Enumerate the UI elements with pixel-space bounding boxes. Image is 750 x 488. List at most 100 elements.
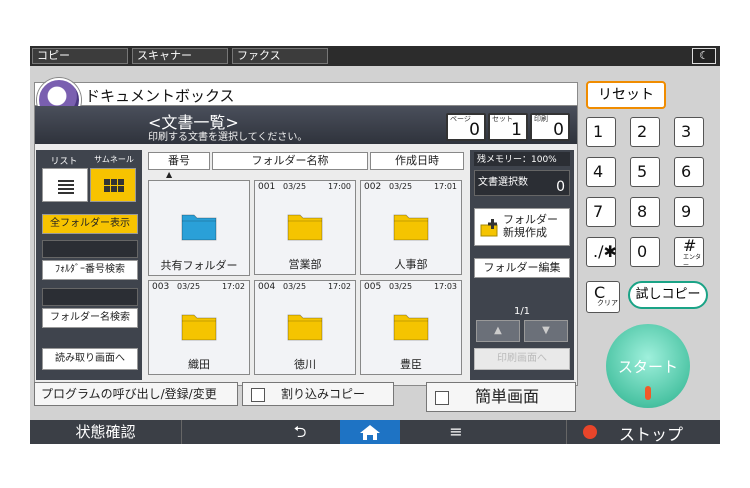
folder-number: 003	[152, 282, 170, 292]
remaining-memory: 残メモリー：100%	[474, 152, 570, 166]
key-1[interactable]: 1	[586, 117, 616, 147]
key-8[interactable]: 8	[630, 197, 660, 227]
folder-date: 03/25	[177, 282, 201, 291]
folder-tile[interactable]: 共有フォルダー	[148, 180, 250, 276]
folder-tile[interactable]: 001 03/25 17:00 営業部	[254, 180, 356, 275]
folder-tile[interactable]: 004 03/25 17:02 徳川	[254, 280, 356, 375]
folder-number-field[interactable]	[42, 240, 138, 258]
thumbnail-view-button[interactable]	[90, 168, 136, 202]
folder-number: 004	[258, 282, 276, 292]
folder-tile[interactable]: 002 03/25 17:01 人事部	[360, 180, 462, 275]
key-2[interactable]: 2	[630, 117, 660, 147]
tab-scanner[interactable]: スキャナー	[132, 48, 228, 64]
interrupt-checkbox-icon	[251, 388, 265, 402]
key-3[interactable]: 3	[674, 117, 704, 147]
reset-button[interactable]: リセット	[586, 81, 666, 109]
folder-date: 03/25	[389, 282, 413, 291]
key-10[interactable]: .∕✱	[586, 237, 617, 267]
list-view-button[interactable]	[42, 168, 88, 202]
view-list-label: リスト	[50, 157, 78, 167]
start-indicator-icon	[645, 386, 651, 400]
folder-number-search-button[interactable]: ﾌｫﾙﾀﾞｰ番号検索	[42, 260, 138, 280]
show-all-folders-button[interactable]: 全フォルダー表示	[42, 214, 138, 234]
simple-screen-label: 簡単画面	[475, 387, 540, 406]
menu-icon[interactable]: ≡	[426, 420, 486, 444]
column-header-created[interactable]: 作成日時	[370, 152, 464, 170]
selected-docs-value: 0	[556, 179, 565, 195]
page-counter-value: 0	[469, 120, 480, 140]
folder-name-search-button[interactable]: フォルダー名検索	[42, 308, 138, 328]
edit-folder-button[interactable]: フォルダー編集	[474, 258, 570, 278]
key-11[interactable]: 0	[630, 237, 660, 267]
key-label: 3	[681, 122, 692, 141]
tab-copy[interactable]: コピー	[32, 48, 128, 64]
list-view-icon	[58, 180, 74, 194]
folder-name: 営業部	[288, 258, 322, 271]
key-label: 6	[681, 162, 692, 181]
simple-screen-checkbox-icon	[435, 391, 449, 405]
key-label: 1	[593, 122, 604, 141]
folder-date: 03/25	[389, 182, 413, 191]
view-thumbnail-label: サムネール	[94, 155, 134, 164]
home-button[interactable]	[340, 420, 400, 444]
home-icon	[360, 425, 380, 440]
key-7[interactable]: 7	[586, 197, 616, 227]
set-counter: セット 1	[488, 113, 528, 141]
folder-date: 03/25	[283, 182, 307, 191]
folder-number: 001	[258, 182, 276, 192]
key-label: 9	[681, 202, 692, 221]
interrupt-copy-button[interactable]: 割り込みコピー	[242, 382, 394, 406]
folder-tile[interactable]: 005 03/25 17:03 豊臣	[360, 280, 462, 375]
print-counter-value: 0	[553, 120, 564, 140]
back-icon[interactable]: ⮌	[270, 420, 330, 444]
to-read-screen-button[interactable]: 読み取り画面へ	[42, 348, 138, 370]
simple-screen-button[interactable]: 簡単画面	[426, 382, 576, 412]
thumbnail-view-icon	[104, 179, 124, 192]
clear-key-sub: クリア	[597, 299, 618, 307]
system-status-bar: 状態確認 ⮌ ≡ ストップ	[30, 420, 720, 444]
status-check-button[interactable]: 状態確認	[30, 420, 182, 444]
folder-icon	[287, 314, 323, 341]
key-6[interactable]: 6	[674, 157, 704, 187]
key-label: .∕✱	[593, 242, 617, 261]
folder-name: 人事部	[394, 258, 428, 271]
list-subtitle: 印刷する文書を選択してください。	[148, 132, 308, 143]
folder-name: 織田	[188, 358, 210, 371]
print-counter: 印刷 0	[530, 113, 570, 141]
folder-name: 豊臣	[400, 358, 422, 371]
key-4[interactable]: 4	[586, 157, 616, 187]
folder-icon	[181, 314, 217, 341]
folder-tile[interactable]: 003 03/25 17:02 織田	[148, 280, 250, 375]
new-folder-button[interactable]: フォルダー 新規作成	[474, 208, 570, 246]
folder-name: 徳川	[294, 358, 316, 371]
column-header-number[interactable]: 番号	[148, 152, 210, 170]
interrupt-copy-label: 割り込みコピー	[281, 387, 366, 401]
page-indicator: 1/1	[513, 306, 531, 317]
start-label: スタート	[617, 358, 678, 376]
new-folder-icon	[480, 219, 498, 237]
folder-name-field[interactable]	[42, 288, 138, 306]
folder-time: 17:02	[221, 282, 245, 291]
page-down-button[interactable]: ▼	[524, 320, 568, 342]
key-5[interactable]: 5	[630, 157, 660, 187]
stop-button[interactable]: ストップ	[566, 420, 720, 444]
folder-icon	[287, 214, 323, 241]
to-print-screen-button[interactable]: 印刷画面へ	[474, 348, 570, 370]
key-label: 5	[637, 162, 648, 181]
page-counter: ページ 0	[446, 113, 486, 141]
moon-icon[interactable]: ☾	[692, 48, 716, 64]
tab-fax[interactable]: ファクス	[232, 48, 328, 64]
key-12[interactable]: # エンター	[674, 236, 704, 269]
sort-ascending-icon: ▲	[166, 170, 173, 179]
enter-key-sub: エンター	[683, 254, 702, 269]
key-label: 4	[593, 162, 604, 181]
page-up-button[interactable]: ▲	[476, 320, 520, 342]
program-button[interactable]: プログラムの呼び出し/登録/変更	[34, 382, 238, 406]
clear-button[interactable]: C クリア	[586, 281, 620, 313]
folder-icon	[393, 314, 429, 341]
start-button[interactable]: スタート	[606, 324, 690, 408]
column-header-folder-name[interactable]: フォルダー名称	[212, 152, 368, 170]
trial-copy-button[interactable]: 試しコピー	[628, 281, 708, 309]
key-9[interactable]: 9	[674, 197, 704, 227]
folder-name: 共有フォルダー	[160, 259, 238, 272]
